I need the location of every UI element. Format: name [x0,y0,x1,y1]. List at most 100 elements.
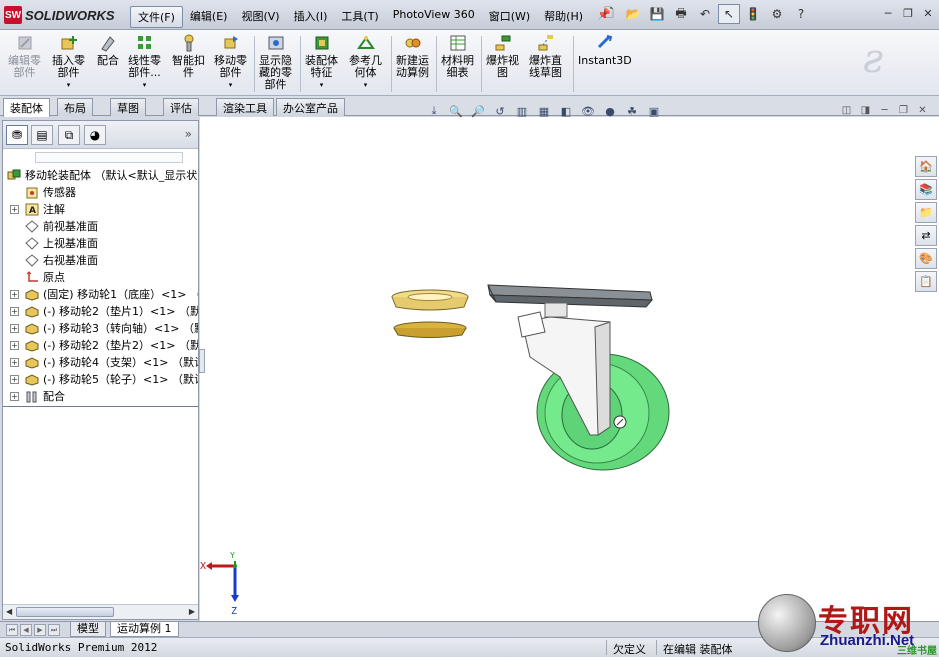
search-icon[interactable]: ⇄ [915,225,937,246]
help-icon[interactable]: ? [790,4,812,24]
edit-component-button[interactable]: 编辑零 部件 [8,33,41,79]
tab-evaluate[interactable]: 评估 [163,98,199,116]
tree-item-component-base[interactable]: + (固定) 移动轮1（底座）<1> （ [5,286,198,303]
configuration-manager-tab-icon[interactable]: ⧉ [58,125,80,145]
expand-icon[interactable]: + [10,392,19,401]
menu-tools[interactable]: 工具(T) [334,6,385,28]
tree-item-annotations[interactable]: + A 注解 [5,201,198,218]
expand-icon[interactable]: + [10,290,19,299]
previous-view-arrow-icon[interactable]: ↺ [491,103,509,119]
tree-item-sensors[interactable]: 传感器 [5,184,198,201]
new-document-icon[interactable]: 🗋 [598,4,620,24]
menu-edit[interactable]: 编辑(E) [183,6,235,28]
open-icon[interactable]: 📂 [622,4,644,24]
dropdown-arrow-icon[interactable]: ▾ [143,79,147,91]
menu-window[interactable]: 窗口(W) [482,6,537,28]
tree-item-origin[interactable]: 原点 [5,269,198,286]
property-manager-tab-icon[interactable]: ▤ [31,125,53,145]
previous-view-icon[interactable]: ⤓ [425,103,443,119]
custom-properties-icon[interactable]: 📋 [915,271,937,292]
assembly-feature-button[interactable]: 装配体 特征 ▾ [305,33,338,91]
solidworks-logo[interactable]: SW SOLIDWORKS [4,5,122,25]
tree-root[interactable]: 移动轮装配体 （默认<默认_显示状 [5,167,198,184]
tab-assembly[interactable]: 装配体 [3,98,50,117]
expand-icon[interactable]: + [10,375,19,384]
graphics-area[interactable]: X Y Z [200,117,939,622]
zoom-to-fit-icon[interactable]: 🔍 [447,103,465,119]
menu-photoview[interactable]: PhotoView 360 [386,6,482,28]
apply-scene-icon[interactable]: ☘ [623,103,641,119]
close-icon[interactable]: ✕ [921,6,935,20]
tab-layout[interactable]: 布局 [57,98,93,116]
undo-icon[interactable]: ↶ [694,4,716,24]
rebuild-icon[interactable]: 🚦 [742,4,764,24]
menu-insert[interactable]: 插入(I) [287,6,335,28]
design-library-icon[interactable]: 📚 [915,179,937,200]
feature-manager-tab-icon[interactable]: ⛃ [6,125,28,145]
expand-icon[interactable]: + [10,341,19,350]
insert-component-button[interactable]: 插入零 部件 ▾ [52,33,85,91]
tree-item-mates[interactable]: + 配合 [5,388,198,405]
prev-tab-icon[interactable]: ◀ [20,624,32,636]
new-motion-study-button[interactable]: 新建运 动算例 [396,33,429,79]
tab-render-tools[interactable]: 渲染工具 [216,98,274,116]
mate-button[interactable]: 配合 [97,33,119,67]
tab-model[interactable]: 模型 [70,622,106,637]
print-icon[interactable]: 🖶 [670,4,692,24]
save-icon[interactable]: 💾 [646,4,668,24]
tab-office-products[interactable]: 办公室产品 [276,98,345,116]
scroll-thumb[interactable] [16,607,114,617]
dropdown-arrow-icon[interactable]: ▾ [67,79,71,91]
viewport-close-icon[interactable]: ✕ [916,104,929,117]
expand-icon[interactable]: + [10,307,19,316]
show-hidden-button[interactable]: 显示隐 藏的零 部件 [259,33,292,91]
edit-appearance-icon[interactable]: ● [601,103,619,119]
viewport-restore-icon[interactable]: ❐ [897,104,910,117]
explode-line-sketch-button[interactable]: 爆炸直 线草图 [529,33,562,79]
appearances-icon[interactable]: 🎨 [915,248,937,269]
display-style-icon[interactable]: ◧ [557,103,575,119]
viewport-minimize-icon[interactable]: ─ [878,104,891,117]
select-arrow-icon[interactable]: ↖ [718,4,740,24]
menu-view[interactable]: 视图(V) [234,6,286,28]
scroll-left-icon[interactable]: ◀ [6,607,12,616]
view-settings-icon[interactable]: ▣ [645,103,663,119]
tree-item-component-washer2[interactable]: + (-) 移动轮2（垫片2）<1> （默 [5,337,198,354]
tree-item-component-shaft[interactable]: + (-) 移动轮3（转向轴）<1> （默 [5,320,198,337]
more-tabs-icon[interactable]: » [185,127,192,141]
tree-item-right-plane[interactable]: 右视基准面 [5,252,198,269]
options-icon[interactable]: ⚙ [766,4,788,24]
viewport-tile-icon[interactable]: ◨ [859,104,872,117]
last-tab-icon[interactable]: ⏭ [48,624,60,636]
solidworks-resources-icon[interactable]: 🏠 [915,156,937,177]
file-explorer-icon[interactable]: 📁 [915,202,937,223]
display-manager-tab-icon[interactable]: ◕ [84,125,106,145]
move-component-button[interactable]: 移动零 部件 ▾ [214,33,247,91]
reference-geometry-button[interactable]: 参考几 何体 ▾ [349,33,382,91]
hide-show-items-icon[interactable]: 👁 [579,103,597,119]
panel-splitter-handle[interactable] [199,349,205,373]
viewport-split-icon[interactable]: ◫ [840,104,853,117]
section-view-icon[interactable]: ▥ [513,103,531,119]
tree-item-component-bracket[interactable]: + (-) 移动轮4（支架）<1> （默认 [5,354,198,371]
view-orientation-icon[interactable]: ▦ [535,103,553,119]
menu-file[interactable]: 文件(F) [130,6,183,28]
dropdown-arrow-icon[interactable]: ▾ [229,79,233,91]
zoom-to-area-icon[interactable]: 🔎 [469,103,487,119]
next-tab-icon[interactable]: ▶ [34,624,46,636]
linear-pattern-button[interactable]: 线性零 部件... ▾ [128,33,161,91]
dropdown-arrow-icon[interactable]: ▾ [320,79,324,91]
feature-filter-input[interactable] [35,152,183,163]
tab-sketch[interactable]: 草图 [110,98,146,116]
bom-button[interactable]: 材料明 细表 [441,33,474,79]
expand-icon[interactable]: + [10,358,19,367]
scroll-right-icon[interactable]: ▶ [189,607,195,616]
minimize-icon[interactable]: ─ [881,6,895,20]
expand-icon[interactable]: + [10,205,19,214]
dropdown-arrow-icon[interactable]: ▾ [364,79,368,91]
smart-fastener-button[interactable]: 智能扣 件 [172,33,205,79]
tab-motion-study[interactable]: 运动算例 1 [110,622,179,637]
instant3d-button[interactable]: Instant3D [578,33,632,67]
expand-icon[interactable]: + [10,324,19,333]
tree-item-front-plane[interactable]: 前视基准面 [5,218,198,235]
